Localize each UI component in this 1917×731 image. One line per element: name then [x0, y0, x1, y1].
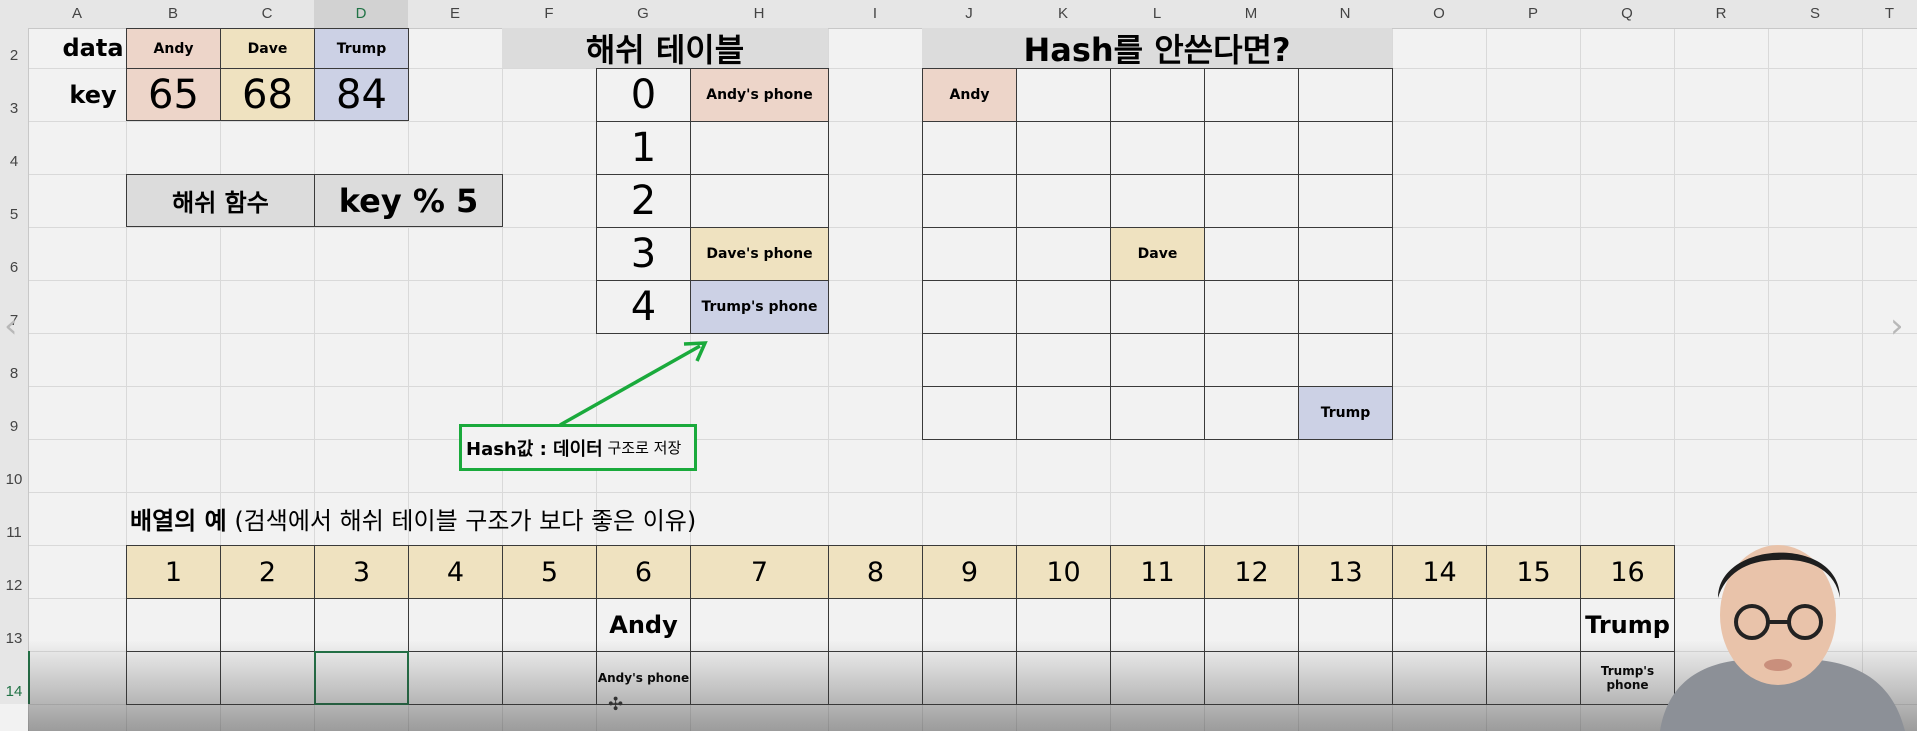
- no-hash-cell[interactable]: [1298, 333, 1393, 387]
- no-hash-cell[interactable]: [1016, 68, 1111, 122]
- array-index-14[interactable]: 14: [1392, 545, 1487, 599]
- array-index-15[interactable]: 15: [1486, 545, 1581, 599]
- no-hash-cell[interactable]: [1204, 121, 1299, 175]
- no-hash-cell[interactable]: [1110, 174, 1205, 228]
- array-index-10[interactable]: 10: [1016, 545, 1111, 599]
- no-hash-cell[interactable]: [1016, 227, 1111, 281]
- no-hash-cell[interactable]: [1016, 386, 1111, 440]
- array-index-9[interactable]: 9: [922, 545, 1017, 599]
- array-title-rest: (검색에서 해쉬 테이블 구조가 보다 좋은 이유): [226, 506, 697, 535]
- no-hash-cell[interactable]: [1110, 121, 1205, 175]
- no-hash-cell[interactable]: [922, 386, 1017, 440]
- no-hash-cell[interactable]: [1298, 280, 1393, 334]
- no-hash-cell[interactable]: [922, 227, 1017, 281]
- no-hash-cell[interactable]: [1016, 174, 1111, 228]
- array-index-5[interactable]: 5: [502, 545, 597, 599]
- no-hash-cell[interactable]: [1298, 121, 1393, 175]
- hash-annotation-box: Hash값 : 데이터 구조로 저장: [459, 424, 697, 471]
- no-hash-cell[interactable]: [1110, 68, 1205, 122]
- array-index-12[interactable]: 12: [1204, 545, 1299, 599]
- no-hash-cell[interactable]: [1204, 280, 1299, 334]
- array-index-2[interactable]: 2: [220, 545, 315, 599]
- no-hash-trump[interactable]: Trump: [1298, 386, 1393, 440]
- annotation-rest: 구조로 저장: [602, 439, 682, 457]
- chevron-left-icon[interactable]: ‹: [4, 306, 18, 346]
- array-example-title: 배열의 예 (검색에서 해쉬 테이블 구조가 보다 좋은 이유): [130, 496, 696, 540]
- array-index-6[interactable]: 6: [596, 545, 691, 599]
- annotation-bold: Hash값 : 데이터: [466, 438, 603, 460]
- array-index-1[interactable]: 1: [126, 545, 221, 599]
- no-hash-cell[interactable]: [1298, 174, 1393, 228]
- no-hash-cell[interactable]: [922, 174, 1017, 228]
- webcam-presenter-image: [1660, 545, 1905, 731]
- chevron-right-icon[interactable]: ›: [1890, 306, 1904, 346]
- no-hash-cell[interactable]: [1204, 68, 1299, 122]
- no-hash-cell[interactable]: [922, 333, 1017, 387]
- array-index-8[interactable]: 8: [828, 545, 923, 599]
- no-hash-title: Hash를 안쓴다면?: [922, 28, 1392, 69]
- no-hash-cell[interactable]: [1110, 280, 1205, 334]
- no-hash-cell[interactable]: [1204, 227, 1299, 281]
- no-hash-cell[interactable]: [1110, 386, 1205, 440]
- spreadsheet-grid[interactable]: ABCDEFGHIJKLMNOPQRST 2 3 4 5 6 7 8 9 10 11 12 13 14 …: [0, 0, 1917, 731]
- array-index-13[interactable]: 13: [1298, 545, 1393, 599]
- no-hash-andy[interactable]: Andy: [922, 68, 1017, 122]
- video-overlay: [28, 640, 1917, 731]
- array-index-7[interactable]: 7: [690, 545, 829, 599]
- no-hash-cell[interactable]: [1016, 280, 1111, 334]
- no-hash-cell[interactable]: [1204, 333, 1299, 387]
- no-hash-cell[interactable]: [922, 280, 1017, 334]
- array-index-3[interactable]: 3: [314, 545, 409, 599]
- no-hash-cell[interactable]: [1298, 227, 1393, 281]
- no-hash-cell[interactable]: [922, 121, 1017, 175]
- array-index-4[interactable]: 4: [408, 545, 503, 599]
- no-hash-cell[interactable]: [1298, 68, 1393, 122]
- no-hash-cell[interactable]: [1110, 333, 1205, 387]
- no-hash-cell[interactable]: [1016, 333, 1111, 387]
- no-hash-cell[interactable]: [1204, 386, 1299, 440]
- array-title-bold: 배열의 예: [130, 506, 227, 535]
- no-hash-cell[interactable]: [1204, 174, 1299, 228]
- no-hash-dave[interactable]: Dave: [1110, 227, 1205, 281]
- array-index-11[interactable]: 11: [1110, 545, 1205, 599]
- no-hash-cell[interactable]: [1016, 121, 1111, 175]
